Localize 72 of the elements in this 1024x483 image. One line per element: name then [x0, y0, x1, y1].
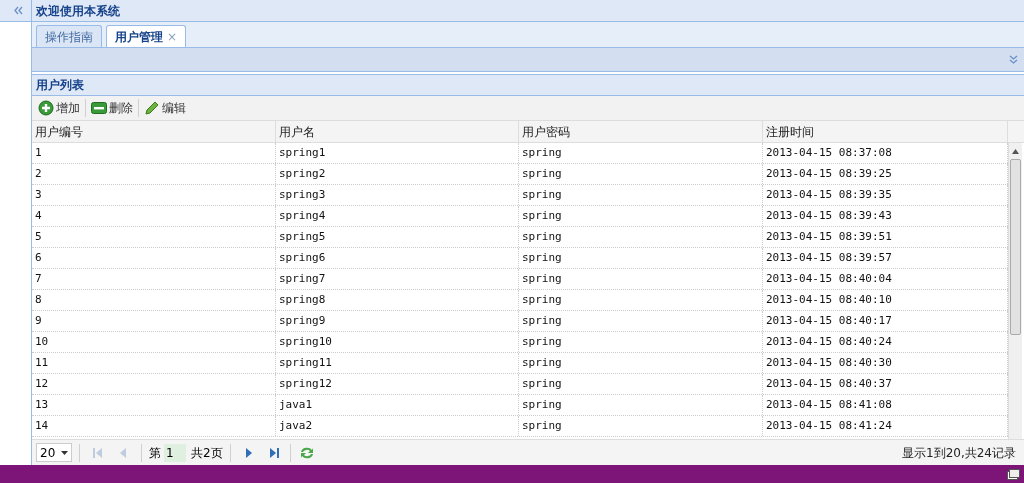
table-cell: spring4	[276, 206, 519, 226]
table-cell: 12	[32, 374, 276, 394]
table-cell: java2	[276, 416, 519, 436]
table-cell: 4	[32, 206, 276, 226]
table-cell: 5	[32, 227, 276, 247]
table-cell: spring	[519, 248, 763, 268]
dropdown-caret-icon	[61, 450, 68, 455]
table-cell: spring	[519, 185, 763, 205]
column-header[interactable]: 用户编号	[32, 121, 276, 142]
table-cell: spring	[519, 416, 763, 436]
table-cell: spring9	[276, 311, 519, 331]
table-cell: spring	[519, 353, 763, 373]
window-icon[interactable]	[1007, 468, 1020, 480]
table-cell: 6	[32, 248, 276, 268]
minus-icon	[91, 102, 107, 114]
table-cell: spring10	[276, 332, 519, 352]
record-summary: 显示1到20,共24记录	[902, 444, 1017, 462]
table-cell: java1	[276, 395, 519, 415]
refresh-icon	[298, 445, 315, 460]
table-cell: 11	[32, 353, 276, 373]
table-cell: 8	[32, 290, 276, 310]
table-cell: 2	[32, 164, 276, 184]
first-page-icon	[92, 446, 104, 459]
table-cell: spring2	[276, 164, 519, 184]
table-cell: spring	[519, 332, 763, 352]
page-prefix: 第	[149, 444, 161, 462]
table-cell: spring6	[276, 248, 519, 268]
scroll-up-icon[interactable]	[1012, 148, 1019, 154]
table-cell: spring	[519, 164, 763, 184]
plus-icon	[38, 100, 54, 116]
table-cell: spring1	[276, 143, 519, 163]
table-cell: spring3	[276, 185, 519, 205]
column-header[interactable]: 注册时间	[763, 121, 1008, 142]
table-cell: 3	[32, 185, 276, 205]
collapse-left-icon[interactable]	[14, 6, 23, 15]
table-cell: 13	[32, 395, 276, 415]
tab[interactable]: 用户管理 ×	[106, 25, 187, 47]
table-cell: spring12	[276, 374, 519, 394]
table-cell: spring	[519, 227, 763, 247]
next-page-icon	[244, 446, 253, 459]
column-header[interactable]: 用户密码	[519, 121, 763, 142]
remove-button[interactable]: 删除	[89, 97, 135, 119]
table-cell: spring	[519, 311, 763, 331]
add-button[interactable]: 增加	[36, 97, 82, 119]
table-cell: spring	[519, 395, 763, 415]
panel-title: 用户列表	[36, 77, 84, 94]
expand-down-icon[interactable]	[1009, 55, 1018, 64]
table-cell: 7	[32, 269, 276, 289]
table-cell: 9	[32, 311, 276, 331]
table-cell: spring	[519, 143, 763, 163]
previous-page-icon	[119, 446, 127, 459]
page-count: 共2页	[191, 444, 223, 462]
pencil-icon	[144, 100, 160, 116]
table-cell: spring	[519, 290, 763, 310]
table-cell: spring	[519, 206, 763, 226]
table-cell: 1	[32, 143, 276, 163]
page-size-select[interactable]: 20	[36, 443, 72, 462]
table-cell: spring8	[276, 290, 519, 310]
table-cell: spring11	[276, 353, 519, 373]
table-cell: spring	[519, 269, 763, 289]
column-header[interactable]: 用户名	[276, 121, 519, 142]
table-cell: 10	[32, 332, 276, 352]
table-cell: spring	[519, 374, 763, 394]
edit-button[interactable]: 编辑	[142, 97, 188, 119]
table-cell: 14	[32, 416, 276, 436]
page-number-field[interactable]: 1	[164, 443, 186, 462]
table-cell: spring7	[276, 269, 519, 289]
last-page-icon	[267, 446, 280, 459]
window-title: 欢迎使用本系统	[36, 2, 120, 20]
table-cell: spring5	[276, 227, 519, 247]
scrollbar[interactable]	[1008, 143, 1022, 439]
tab[interactable]: 操作指南	[36, 25, 102, 47]
